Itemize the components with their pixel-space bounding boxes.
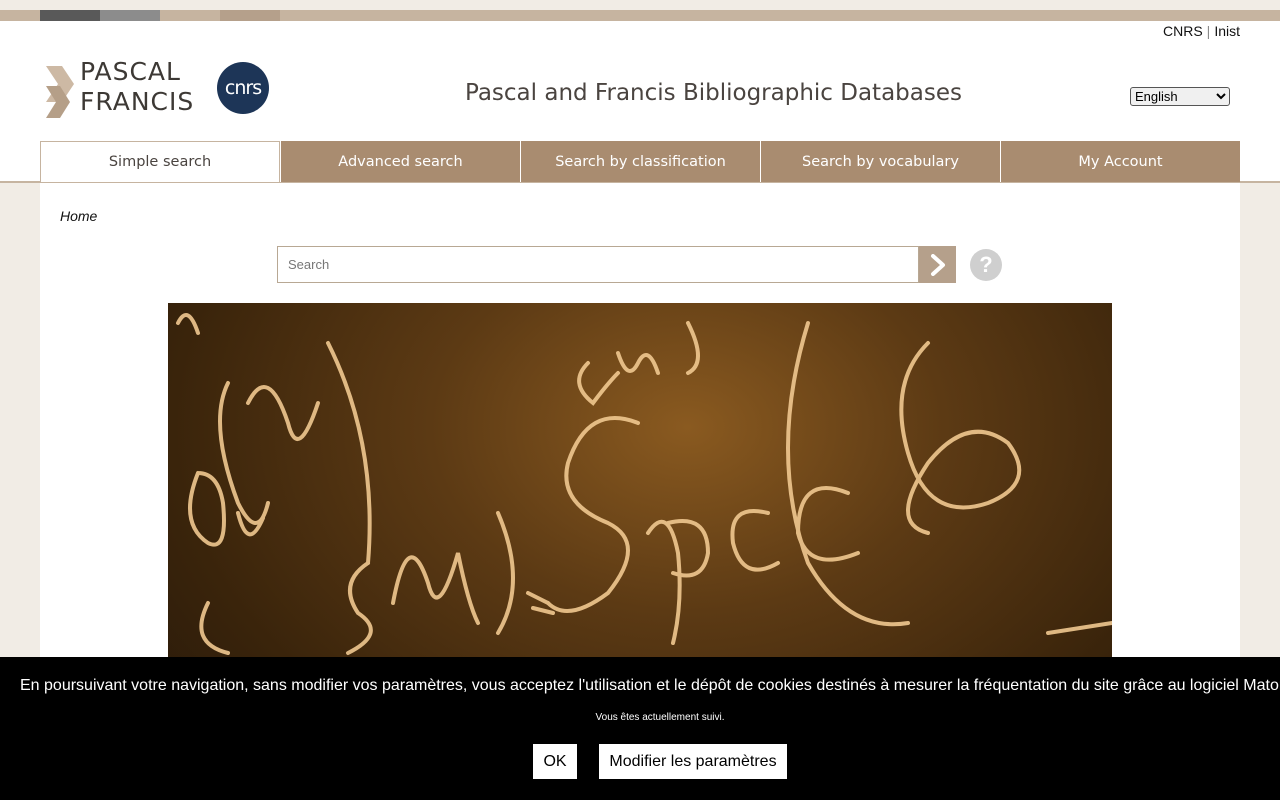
tab-simple-search[interactable]: Simple search [40, 141, 280, 182]
inist-link[interactable]: Inist [1214, 23, 1240, 39]
link-separator: | [1206, 23, 1211, 39]
cnrs-logo-badge: cnrs [217, 62, 269, 114]
cnrs-link[interactable]: CNRS [1163, 23, 1203, 39]
tab-search-by-vocabulary[interactable]: Search by vocabulary [760, 141, 1000, 182]
cookie-banner: En poursuivant votre navigation, sans mo… [0, 657, 1280, 800]
top-accent-strip [0, 10, 1280, 21]
search-submit-button[interactable] [919, 246, 956, 283]
tab-search-by-classification[interactable]: Search by classification [520, 141, 760, 182]
main-nav: Simple search Advanced search Search by … [40, 141, 1240, 182]
cookie-ok-button[interactable]: OK [533, 744, 577, 779]
tab-my-account[interactable]: My Account [1000, 141, 1240, 182]
cookie-tracking-status: Vous êtes actuellement suivi. [595, 712, 725, 723]
help-icon[interactable]: ? [970, 249, 1002, 281]
logo-word-francis: FRANCIS [80, 87, 195, 116]
arrow-right-icon [930, 253, 945, 276]
cookie-modify-settings-button[interactable]: Modifier les paramètres [599, 744, 787, 779]
tab-advanced-search[interactable]: Advanced search [280, 141, 520, 182]
search-input[interactable] [277, 246, 919, 283]
language-select[interactable]: English [1130, 87, 1230, 106]
breadcrumb-home[interactable]: Home [60, 208, 97, 224]
cookie-message: En poursuivant votre navigation, sans mo… [20, 677, 1280, 694]
logo-word-pascal: PASCAL [80, 57, 181, 86]
pascal-francis-logo[interactable]: PASCAL FRANCIS cnrs [42, 58, 274, 122]
site-title: Pascal and Francis Bibliographic Databas… [465, 80, 962, 106]
top-links: CNRS | Inist [1163, 23, 1240, 39]
logo-chevron-icon [46, 66, 74, 118]
